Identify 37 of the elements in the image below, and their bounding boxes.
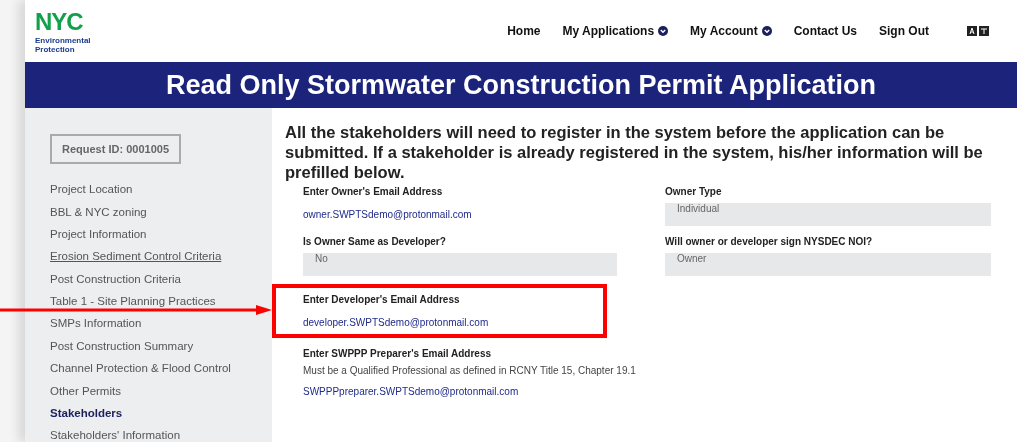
chevron-down-icon: [658, 26, 669, 36]
chevron-down-icon: [761, 26, 772, 36]
nav-link[interactable]: Sign Out: [879, 24, 929, 38]
field-label: Enter Developer's Email Address: [303, 294, 461, 305]
nav-link[interactable]: Contact Us: [793, 24, 857, 38]
sidebar-item[interactable]: Other Permits: [50, 383, 121, 398]
email-link[interactable]: owner.SWPTSdemo@protonmail.com: [303, 209, 472, 220]
request-id: Request ID: 0001005: [50, 134, 181, 164]
field-label: Is Owner Same as Developer?: [303, 236, 447, 247]
nav-link[interactable]: My Applications: [562, 24, 669, 38]
readonly-field: Individual: [665, 203, 991, 226]
field-note: Must be a Qualified Professional as defined in RCNY Title 15, Chapter 19.1: [303, 365, 637, 376]
sidebar-item[interactable]: SMPs Information: [50, 316, 142, 331]
field-label: Owner Type: [665, 186, 723, 197]
field-label: Enter SWPPP Preparer's Email Address: [303, 348, 492, 359]
email-link[interactable]: developer.SWPTSdemo@protonmail.com: [303, 317, 489, 328]
page-title: Read Only Stormwater Construction Permit Application: [165, 69, 877, 101]
translate-icon[interactable]: [967, 26, 989, 36]
field-label: Will owner or developer sign NYSDEC NOI?: [665, 236, 874, 247]
intro-text: All the stakeholders will need to register in the system before the application can be submitted. If a stakeholder is already registered in the system, his/her information will be prefilled below.: [285, 122, 984, 182]
readonly-field: Owner: [665, 253, 991, 276]
sidebar-item[interactable]: Stakeholders: [50, 405, 123, 420]
field-label: Enter Owner's Email Address: [303, 186, 444, 197]
sidebar-item[interactable]: Channel Protection & Flood Control: [50, 361, 231, 376]
nav-link[interactable]: Home: [507, 24, 541, 38]
sidebar-item[interactable]: Post Construction Summary: [50, 338, 194, 353]
email-link[interactable]: SWPPPpreparer.SWPTSdemo@protonmail.com: [303, 386, 519, 397]
sidebar-item[interactable]: Project Location: [50, 182, 133, 197]
sidebar-item[interactable]: Project Information: [50, 226, 147, 241]
readonly-field: No: [303, 253, 617, 276]
nav-link[interactable]: My Account: [690, 24, 772, 38]
sidebar-item[interactable]: Post Construction Criteria: [50, 271, 182, 286]
nyc-logo[interactable]: NYC Environmental Protection: [35, 8, 95, 54]
sidebar-item[interactable]: Table 1 - Site Planning Practices: [50, 294, 216, 309]
sidebar-item[interactable]: BBL & NYC zoning: [50, 204, 147, 219]
sidebar-item[interactable]: Erosion Sediment Control Criteria: [50, 249, 222, 264]
sidebar-item[interactable]: Stakeholders' Information: [50, 428, 181, 442]
